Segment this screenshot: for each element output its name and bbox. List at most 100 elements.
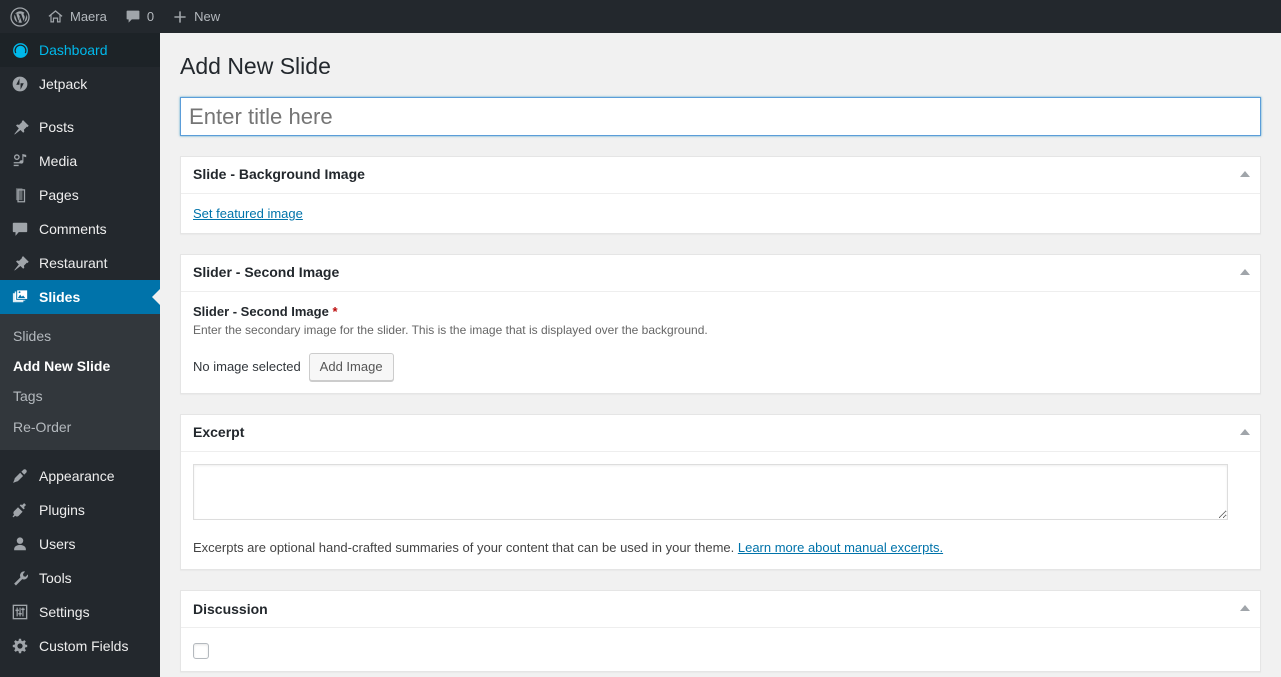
second-image-status-text: No image selected: [193, 359, 301, 375]
plug-icon: [10, 500, 30, 520]
admin-bar-comments[interactable]: 0: [116, 0, 163, 33]
submenu-item-slides[interactable]: Slides: [0, 321, 160, 351]
admin-bar-site-name[interactable]: Maera: [38, 0, 116, 33]
gear-icon: [10, 636, 30, 656]
sidebar-item-users[interactable]: Users: [0, 527, 160, 561]
paintbrush-icon: [10, 466, 30, 486]
metabox-slider-second-image: Slider - Second Image Slider - Second Im…: [180, 254, 1261, 394]
metabox-discussion: Discussion: [180, 590, 1261, 673]
metabox-slide-background-image: Slide - Background Image Set featured im…: [180, 156, 1261, 234]
metabox-header-second-image[interactable]: Slider - Second Image: [181, 255, 1260, 292]
chevron-up-icon[interactable]: [1240, 171, 1250, 177]
sidebar-item-tools-label: Tools: [39, 569, 72, 586]
metabox-body-excerpt: Excerpts are optional hand-crafted summa…: [181, 452, 1260, 570]
sidebar-item-tools[interactable]: Tools: [0, 561, 160, 595]
second-image-field-description: Enter the secondary image for the slider…: [193, 323, 708, 337]
sidebar-item-appearance[interactable]: Appearance: [0, 459, 160, 493]
submenu-item-add-new-slide[interactable]: Add New Slide: [0, 351, 160, 381]
pin-icon: [10, 253, 30, 273]
post-title-wrap: [180, 97, 1261, 136]
wordpress-logo-icon: [10, 6, 30, 27]
sidebar-item-restaurant-label: Restaurant: [39, 255, 108, 271]
metabox-title-background-image: Slide - Background Image: [193, 166, 365, 183]
admin-sidebar-menu: Dashboard Jetpack Posts Media Pages Comm…: [0, 33, 160, 677]
sidebar-item-jetpack[interactable]: Jetpack: [0, 67, 160, 101]
sidebar-item-comments[interactable]: Comments: [0, 212, 160, 246]
sidebar-item-jetpack-label: Jetpack: [39, 76, 88, 92]
sidebar-item-settings[interactable]: Settings: [0, 595, 160, 629]
wrench-icon: [10, 568, 30, 588]
sidebar-item-custom-fields[interactable]: Custom Fields: [0, 629, 160, 663]
chevron-up-icon[interactable]: [1240, 605, 1250, 612]
sidebar-item-settings-label: Settings: [39, 603, 90, 620]
home-icon: [47, 8, 64, 25]
sidebar-item-posts[interactable]: Posts: [0, 110, 160, 144]
allow-comments-row: [193, 640, 1248, 660]
metabox-header-discussion[interactable]: Discussion: [181, 591, 1260, 629]
metabox-header-background-image[interactable]: Slide - Background Image: [181, 157, 1260, 194]
media-icon: [10, 151, 30, 171]
user-icon: [10, 534, 30, 554]
jetpack-icon: [10, 74, 30, 94]
second-image-label-text: Slider - Second Image: [193, 304, 329, 319]
submenu-item-re-order[interactable]: Re-Order: [0, 412, 160, 442]
admin-bar-wordpress-logo[interactable]: [0, 0, 38, 33]
sidebar-item-custom-fields-label: Custom Fields: [39, 637, 129, 654]
post-title-input[interactable]: [180, 97, 1261, 136]
sidebar-separator-2: [0, 449, 160, 459]
admin-bar-comments-count: 0: [146, 9, 155, 24]
admin-bar-site-name-label: Maera: [70, 9, 107, 24]
page-title: Add New Slide: [180, 53, 331, 79]
second-image-file-row: No image selected Add Image: [193, 352, 1248, 381]
sidebar-item-dashboard[interactable]: Dashboard: [0, 33, 160, 67]
allow-comments-checkbox[interactable]: [193, 643, 209, 660]
metabox-excerpt: Excerpt Excerpts are optional hand-craft…: [180, 413, 1261, 571]
manual-excerpts-learn-more-link[interactable]: Learn more about manual excerpts.: [738, 540, 943, 555]
required-marker: *: [332, 304, 338, 319]
chevron-up-icon[interactable]: [1240, 428, 1250, 435]
sidebar-item-plugins-label: Plugins: [39, 501, 85, 518]
sidebar-item-appearance-label: Appearance: [39, 467, 115, 484]
metabox-title-discussion: Discussion: [193, 600, 268, 617]
admin-bar-new-content[interactable]: New: [163, 0, 229, 33]
set-featured-image-link[interactable]: Set featured image: [193, 206, 303, 221]
excerpt-textarea[interactable]: [193, 463, 1228, 520]
chevron-up-icon[interactable]: [1240, 269, 1250, 275]
pin-icon: [10, 117, 30, 137]
second-image-field-label: Slider - Second Image *: [193, 304, 1248, 319]
sidebar-item-restaurant[interactable]: Restaurant: [0, 246, 160, 280]
sidebar-item-users-label: Users: [39, 535, 76, 552]
metabox-body-background-image: Set featured image: [181, 194, 1260, 233]
metabox-header-excerpt[interactable]: Excerpt: [181, 415, 1260, 452]
admin-bar-new-label: New: [194, 9, 221, 24]
dashboard-icon: [10, 40, 30, 60]
submenu-item-tags[interactable]: Tags: [0, 381, 160, 411]
sidebar-item-media-label: Media: [39, 153, 78, 169]
sidebar-separator-1: [0, 101, 160, 110]
excerpt-help-sentence: Excerpts are optional hand-crafted summa…: [193, 539, 738, 555]
plus-icon: [172, 9, 188, 25]
comment-bubble-icon: [10, 219, 30, 239]
metabox-body-discussion: [181, 628, 1260, 671]
add-image-button[interactable]: Add Image: [308, 352, 394, 381]
sidebar-item-slides[interactable]: Slides: [0, 280, 160, 314]
metabox-title-second-image: Slider - Second Image: [193, 264, 340, 281]
sidebar-item-comments-label: Comments: [39, 221, 107, 237]
sidebar-item-media[interactable]: Media: [0, 144, 160, 178]
sidebar-item-pages-label: Pages: [39, 187, 79, 203]
pages-icon: [10, 185, 30, 205]
metabox-title-excerpt: Excerpt: [193, 424, 245, 440]
sidebar-item-dashboard-label: Dashboard: [39, 42, 108, 58]
sidebar-item-posts-label: Posts: [39, 119, 75, 135]
main-content-area: Add New Slide Slide - Background Image S…: [160, 33, 1281, 677]
slides-icon: [10, 287, 30, 307]
excerpt-help-text: Excerpts are optional hand-crafted summa…: [193, 538, 1248, 558]
admin-bar: Maera 0 New: [0, 0, 1281, 33]
sidebar-submenu-slides: Slides Add New Slide Tags Re-Order: [0, 314, 160, 450]
metabox-body-second-image: Slider - Second Image * Enter the second…: [181, 292, 1260, 393]
sidebar-item-pages[interactable]: Pages: [0, 178, 160, 212]
sidebar-item-slides-label: Slides: [39, 289, 81, 305]
comment-bubble-icon: [125, 9, 141, 25]
sliders-icon: [10, 602, 30, 622]
sidebar-item-plugins[interactable]: Plugins: [0, 493, 160, 527]
